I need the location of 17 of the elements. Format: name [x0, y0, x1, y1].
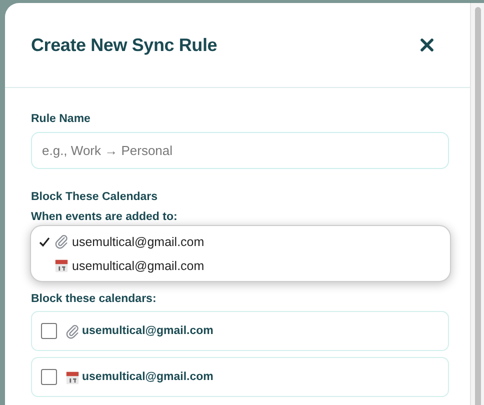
- rule-name-field[interactable]: e.g., Work → Personal: [31, 132, 449, 169]
- paperclip-icon: [65, 324, 80, 338]
- field-label: When events are added to:: [31, 211, 178, 223]
- dialog-title: Create New Sync Rule: [31, 34, 218, 56]
- menu-option[interactable]: usemultical@gmail.com: [39, 256, 450, 276]
- checkbox[interactable]: [41, 369, 57, 385]
- close-button[interactable]: [419, 37, 435, 53]
- calendar-email: usemultical@gmail.com: [82, 371, 214, 383]
- calendar-icon: [54, 258, 69, 273]
- field-label: Block these calendars:: [31, 293, 158, 305]
- section-title: Block These Calendars: [31, 191, 159, 203]
- menu-option[interactable]: usemultical@gmail.com: [39, 232, 450, 252]
- field-label: Rule Name: [31, 113, 92, 125]
- calendar-email: usemultical@gmail.com: [82, 325, 214, 337]
- paperclip-icon: [54, 234, 69, 249]
- calendar-icon: [65, 370, 80, 384]
- checkbox[interactable]: [41, 323, 57, 339]
